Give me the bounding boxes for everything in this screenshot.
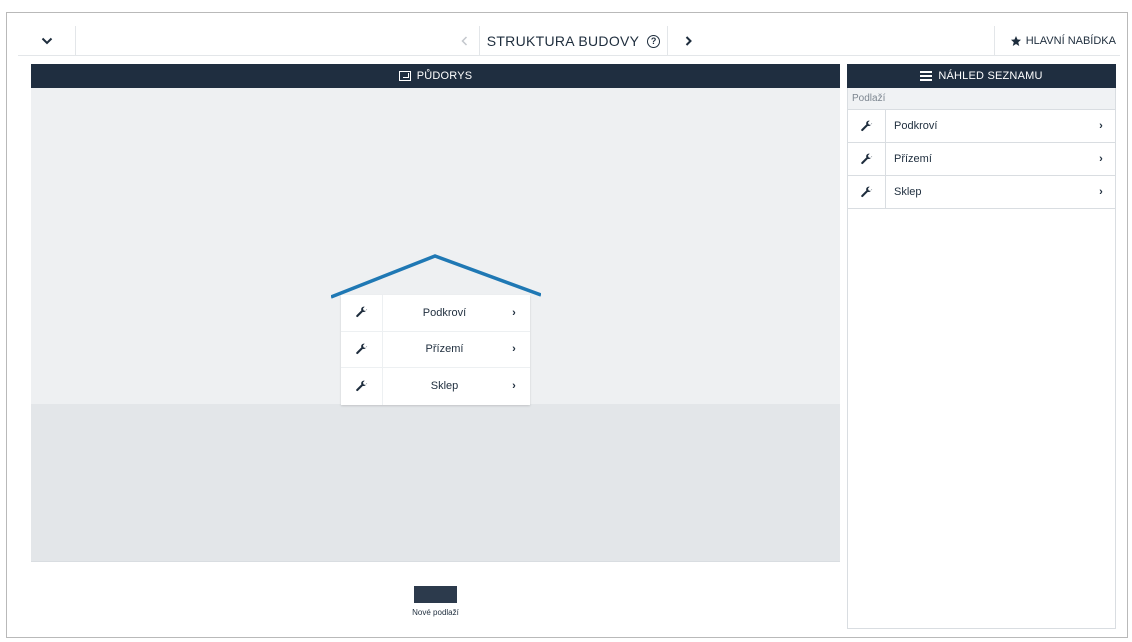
wrench-icon[interactable] [341,331,383,368]
prev-button[interactable] [450,26,480,56]
chevron-right-icon: › [512,306,516,319]
wrench-icon[interactable] [341,368,383,405]
chevron-down-icon [41,37,52,45]
house-floor-prizemi[interactable]: Přízemí › [341,331,530,369]
house-floor-label: Podkroví [422,306,467,319]
house-floor-podkrovi[interactable]: Podkroví › [341,295,530,332]
help-icon[interactable]: ? [647,34,661,48]
floorplan-footer: Nové podlaží [31,561,840,629]
chevron-right-icon: › [512,380,516,393]
chevron-right-icon: › [1099,153,1103,165]
floorplan-title: PŮDORYS [416,70,473,82]
list-preview-panel: NÁHLED SEZNAMU Podlaží Podkroví › Přízem… [847,64,1116,629]
new-floor-label[interactable]: Nové podlaží [31,608,840,617]
main-menu-button[interactable]: HLAVNÍ NABÍDKA [994,26,1120,56]
house-floor-sklep[interactable]: Sklep › [341,368,530,405]
chevron-right-icon: › [1099,120,1103,132]
house-floor-menu: Podkroví › Přízemí › Sklep › [341,295,530,405]
list-item-label: Sklep [894,186,922,198]
star-icon [1010,36,1021,46]
ground-area [31,404,840,561]
list-item-podkrovi[interactable]: Podkroví › [848,110,1115,143]
list-preview-header: NÁHLED SEZNAMU [847,64,1116,88]
wrench-icon[interactable] [848,143,886,175]
next-button[interactable] [668,26,708,56]
chevron-right-icon: › [1099,186,1103,198]
collapse-button[interactable] [18,26,76,56]
list-item-label: Podkroví [894,120,938,132]
list-item-label: Přízemí [894,153,932,165]
list-icon [920,71,933,81]
chevron-right-icon: › [512,343,516,356]
list-item-sklep[interactable]: Sklep › [848,176,1115,209]
floorplan-panel: PŮDORYS Podkroví › Přízemí › Sklep › Nov… [31,64,840,629]
wrench-icon[interactable] [341,295,383,331]
page-title-container: STRUKTURA BUDOVY ? [480,26,668,56]
chevron-left-icon [461,36,468,46]
wrench-icon[interactable] [848,176,886,208]
floorplan-icon [398,71,411,81]
list-subheader: Podlaží [848,88,1115,110]
list-item-prizemi[interactable]: Přízemí › [848,143,1115,176]
new-floor-button[interactable] [414,586,457,603]
main-menu-label: HLAVNÍ NABÍDKA [1025,35,1116,47]
house-floor-label: Přízemí [425,343,464,356]
floorplan-header: PŮDORYS [31,64,840,88]
wrench-icon[interactable] [848,110,886,142]
page-title: STRUKTURA BUDOVY [486,33,640,49]
top-bar: STRUKTURA BUDOVY ? HLAVNÍ NABÍDKA [18,26,1120,56]
house-floor-label: Sklep [430,380,459,393]
list-preview-title: NÁHLED SEZNAMU [938,70,1043,82]
chevron-right-icon [685,36,692,46]
